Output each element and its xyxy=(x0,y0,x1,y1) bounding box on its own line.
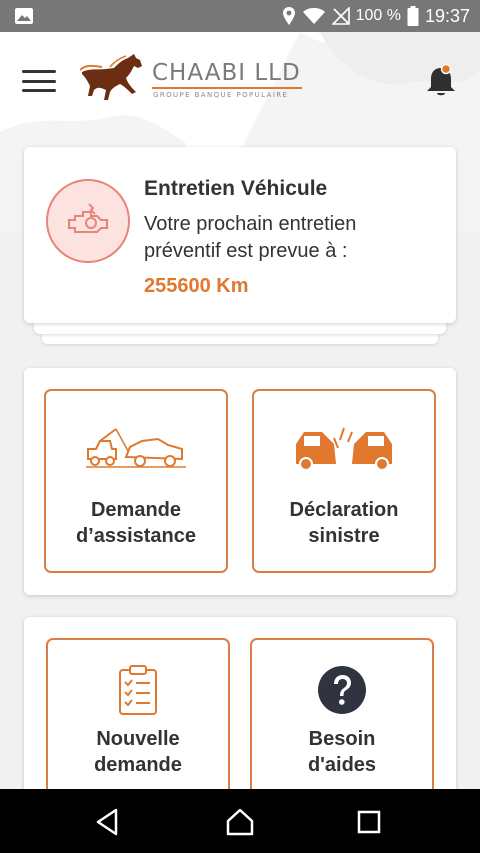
menu-bar xyxy=(22,79,56,83)
home-icon[interactable] xyxy=(225,807,255,837)
brand-tagline: GROUPE BANQUE POPULAIRE xyxy=(153,91,289,99)
maintenance-title: Entretien Véhicule xyxy=(144,177,328,200)
back-icon[interactable] xyxy=(92,807,122,837)
tow-truck-icon xyxy=(46,421,226,477)
assistance-request-tile[interactable]: Demande d’assistance xyxy=(44,389,228,573)
help-icon xyxy=(252,662,432,718)
notification-bell-icon[interactable] xyxy=(422,62,460,100)
clipboard-checklist-icon xyxy=(48,662,228,718)
tile-label-line: Nouvelle xyxy=(96,728,180,750)
menu-bar xyxy=(22,89,56,92)
tile-label-line: sinistre xyxy=(308,525,380,547)
tile-label-line: d’assistance xyxy=(75,525,197,547)
brand-name: CHAABI LLD xyxy=(152,60,301,86)
maintenance-message-line: Votre prochain entretien xyxy=(144,213,357,235)
menu-button[interactable] xyxy=(22,68,56,94)
clock: 19:37 xyxy=(424,5,470,26)
tile-label-line: Demande xyxy=(90,499,182,521)
status-bar: 100 % 19:37 xyxy=(0,0,480,32)
menu-bar xyxy=(22,70,56,73)
system-navigation-bar xyxy=(0,789,480,853)
maintenance-mileage: 255600 Km xyxy=(144,275,249,297)
services-panel: Demande d’assistance Déclaration sinistr… xyxy=(24,368,456,595)
maintenance-card[interactable]: Entretien Véhicule Votre prochain entret… xyxy=(24,147,456,323)
car-crash-icon xyxy=(254,421,434,477)
horse-logo-icon xyxy=(80,54,142,100)
no-signal-icon xyxy=(331,7,350,25)
battery-percent: 100 % xyxy=(355,7,401,24)
card-stack-shadow xyxy=(34,322,446,334)
claim-declaration-tile[interactable]: Déclaration sinistre xyxy=(252,389,436,573)
tile-label: Demande d’assistance xyxy=(46,497,226,549)
tile-label: Déclaration sinistre xyxy=(254,497,434,549)
gallery-notification-icon xyxy=(15,8,33,24)
tile-label: Besoin d'aides xyxy=(252,726,432,778)
maintenance-message-line: préventif est prevue à : xyxy=(144,240,348,262)
logo-underline xyxy=(152,87,302,89)
tile-label-line: Déclaration xyxy=(289,499,399,521)
battery-icon xyxy=(407,6,419,26)
tile-label-line: demande xyxy=(94,754,182,776)
maintenance-message: Votre prochain entretien préventif est p… xyxy=(144,211,444,265)
wifi-icon xyxy=(302,7,325,24)
recent-apps-icon[interactable] xyxy=(354,807,384,837)
tile-label-line: d'aides xyxy=(307,754,377,776)
brand-logo: CHAABI LLD GROUPE BANQUE POPULAIRE xyxy=(80,50,310,110)
location-icon xyxy=(282,7,295,25)
engine-maintenance-icon xyxy=(46,179,130,263)
tile-label-line: Besoin xyxy=(308,728,376,750)
services-panel: Nouvelle demande Besoin d'aides xyxy=(24,617,456,838)
tile-label: Nouvelle demande xyxy=(48,726,228,778)
card-stack-shadow xyxy=(42,334,438,344)
